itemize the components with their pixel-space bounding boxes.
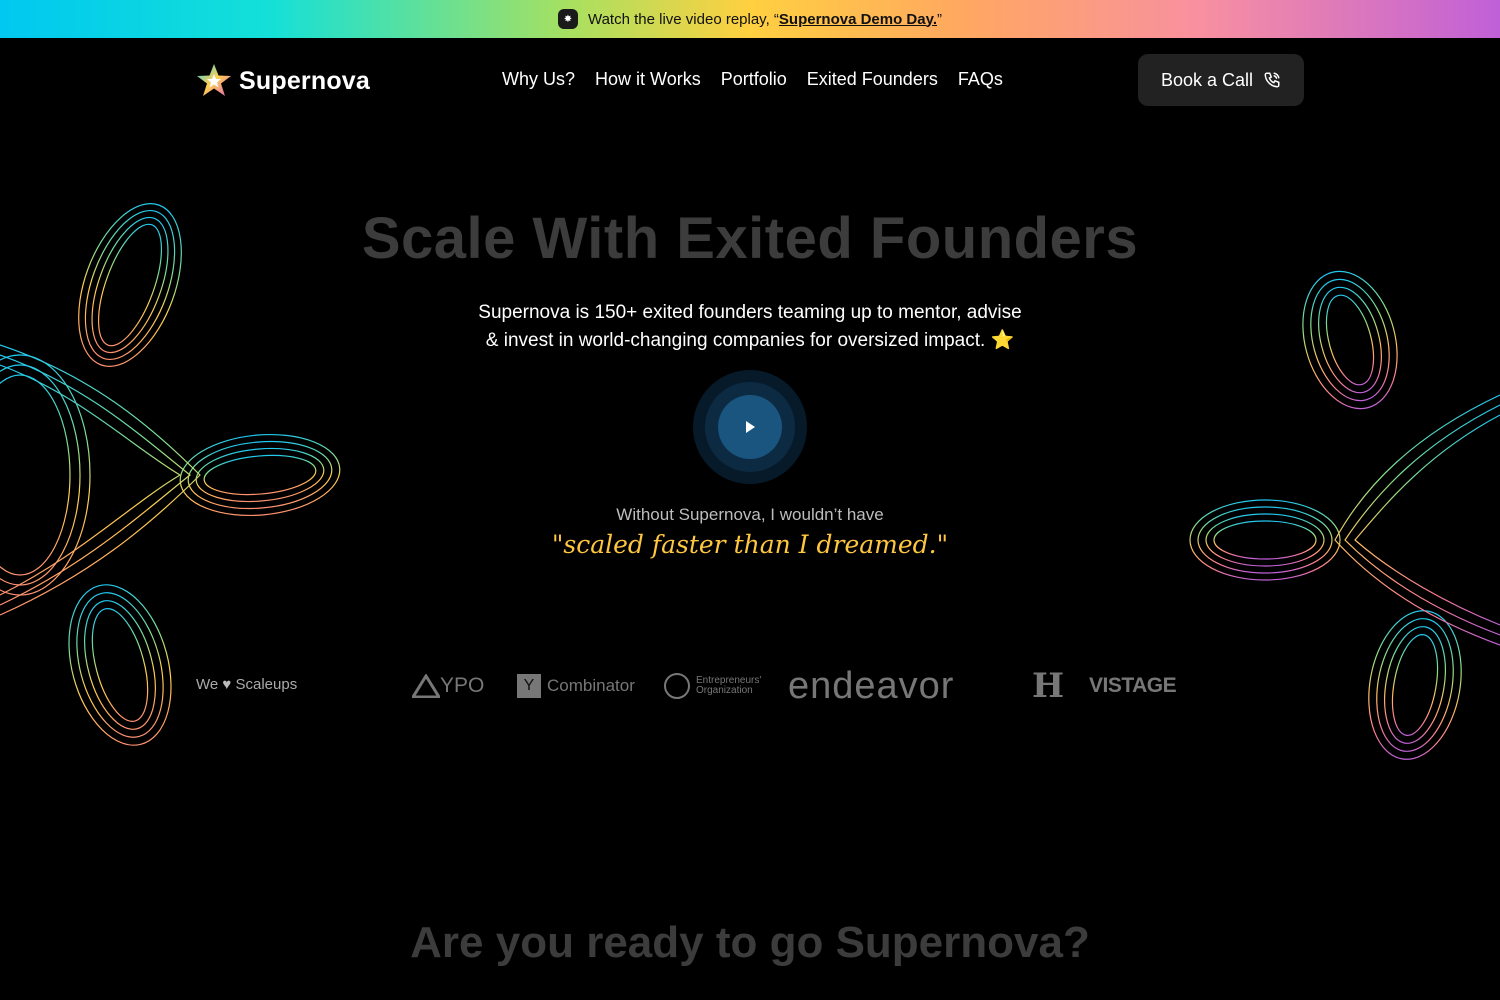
- we-label: We: [196, 676, 219, 693]
- hero-title: Scale With Exited Founders: [361, 206, 1139, 271]
- play-circle: [718, 395, 782, 459]
- ypo-logo: YPO: [412, 666, 484, 706]
- vistage-logo: VISTAGE: [1089, 674, 1177, 697]
- hero-subtitle-line-2: & invest in world-changing companies for…: [485, 330, 1015, 351]
- announcement-banner: ✸ Watch the live video replay, “ Superno…: [0, 0, 1500, 38]
- nav-link-portfolio[interactable]: Portfolio: [721, 69, 787, 90]
- scaleups-label: Scaleups: [235, 676, 298, 693]
- book-a-call-label: Book a Call: [1160, 69, 1254, 90]
- y-combinator-logo: Y Combinator: [517, 666, 635, 706]
- top-navigation: Supernova Why Us? How it Works Portfolio…: [0, 38, 1500, 122]
- star-logo-icon: [197, 64, 231, 96]
- we-love-scaleups: We ♥ Scaleups: [196, 676, 297, 693]
- nav-link-how-it-works[interactable]: How it Works: [595, 69, 701, 90]
- nav-link-why-us[interactable]: Why Us?: [502, 69, 575, 90]
- y-combinator-icon: Y: [517, 674, 541, 698]
- phone-icon: [1264, 72, 1280, 88]
- heart-icon: ♥: [222, 676, 232, 693]
- demo-day-link[interactable]: Supernova Demo Day.: [779, 11, 937, 28]
- hero-subtitle: Supernova is 150+ exited founders teamin…: [0, 299, 1500, 355]
- hero-subtitle-line-1: Supernova is 150+ exited founders teamin…: [478, 302, 1022, 323]
- brand-name: Supernova: [239, 66, 370, 95]
- partner-logos: We ♥ Scaleups YPO Y Combinator Entrepren…: [0, 664, 1500, 707]
- eo-logo: Entrepreneurs' Organization: [664, 666, 768, 706]
- nav-link-exited-founders[interactable]: Exited Founders: [807, 69, 938, 90]
- star-badge-icon: ✸: [557, 9, 578, 29]
- section-title: Are you ready to go Supernova?: [410, 918, 1090, 967]
- testimonial-lead: Without Supernova, I wouldn’t have: [616, 505, 884, 524]
- book-a-call-button[interactable]: Book a Call: [1138, 54, 1304, 106]
- banner-suffix: ”: [937, 10, 943, 28]
- endeavor-logo: endeavor: [788, 664, 955, 707]
- play-icon: [746, 421, 755, 433]
- supernova-logo[interactable]: Supernova: [195, 62, 370, 100]
- nav-link-faqs[interactable]: FAQs: [958, 69, 1003, 90]
- eo-ring-icon: [664, 673, 690, 699]
- nav-links: Why Us? How it Works Portfolio Exited Fo…: [502, 69, 1003, 90]
- testimonial-quote: "scaled faster than I dreamed.": [551, 530, 949, 559]
- video-play-button[interactable]: [693, 370, 807, 484]
- banner-text: Watch the live video replay, “: [587, 10, 779, 28]
- h-logo: H: [1032, 666, 1065, 706]
- ypo-pyramid-icon: [412, 674, 440, 698]
- play-ring: [705, 382, 795, 472]
